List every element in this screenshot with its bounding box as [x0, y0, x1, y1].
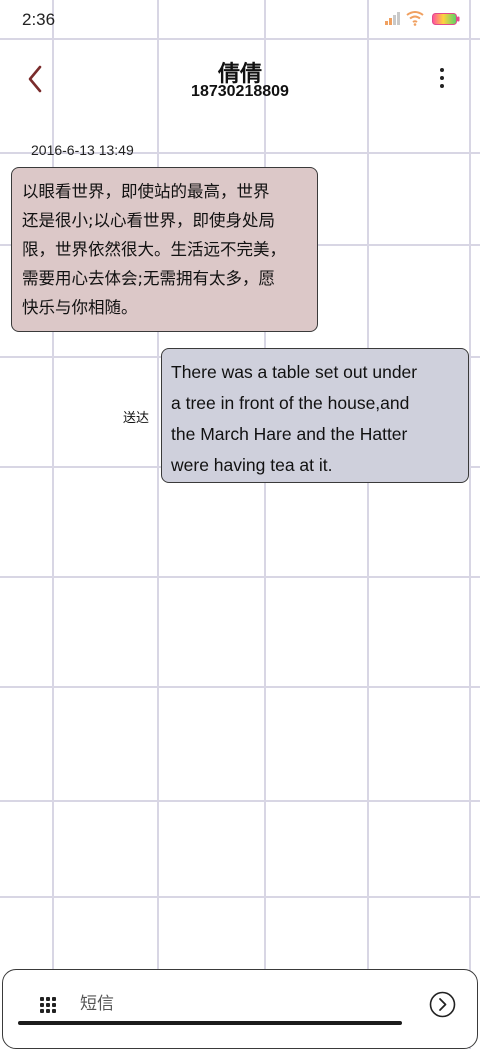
message-line: the March Hare and the Hatter [171, 424, 408, 444]
delivery-status: 送达 [123, 411, 150, 426]
message-line: 以眼看世界，即使站的最高，世界 [22, 182, 270, 201]
message-line: 限，世界依然很大。生活远不完美， [22, 240, 286, 259]
input-underline [18, 1021, 402, 1025]
sms-input[interactable] [80, 990, 400, 1018]
battery-icon [432, 13, 460, 25]
message-line: 快乐与你相随。 [22, 298, 138, 317]
sms-conversation-screen: { "status_bar": { "time": "2:36", "signa… [0, 0, 480, 1049]
more-vertical-icon [440, 68, 444, 88]
status-time: 2:36 [22, 10, 56, 29]
message-line: 需要用心去体会;无需拥有太多，愿 [22, 269, 276, 288]
message-line: 还是很小;以心看世界，即使身处局 [22, 211, 276, 230]
message-timestamp: 2016-6-13 13:49 [31, 142, 134, 158]
send-button[interactable] [429, 991, 456, 1018]
apps-grid-icon[interactable] [40, 997, 56, 1013]
more-options-button[interactable] [432, 66, 452, 92]
send-arrow-icon [429, 991, 456, 1018]
wifi-icon [406, 11, 424, 26]
chevron-left-icon [28, 65, 42, 93]
status-bar: 2:36 [0, 0, 480, 38]
outgoing-message-bubble[interactable]: There was a table set out under a tree i… [161, 348, 469, 483]
message-line: were having tea at it. [171, 455, 333, 475]
signal-icon [385, 12, 400, 25]
back-button[interactable] [22, 62, 50, 96]
incoming-message-bubble[interactable]: 以眼看世界，即使站的最高，世界 还是很小;以心看世界，即使身处局 限，世界依然很… [11, 167, 318, 332]
contact-number: 18730218809 [191, 83, 289, 100]
message-line: There was a table set out under [171, 362, 418, 382]
message-line: a tree in front of the house,and [171, 393, 410, 413]
